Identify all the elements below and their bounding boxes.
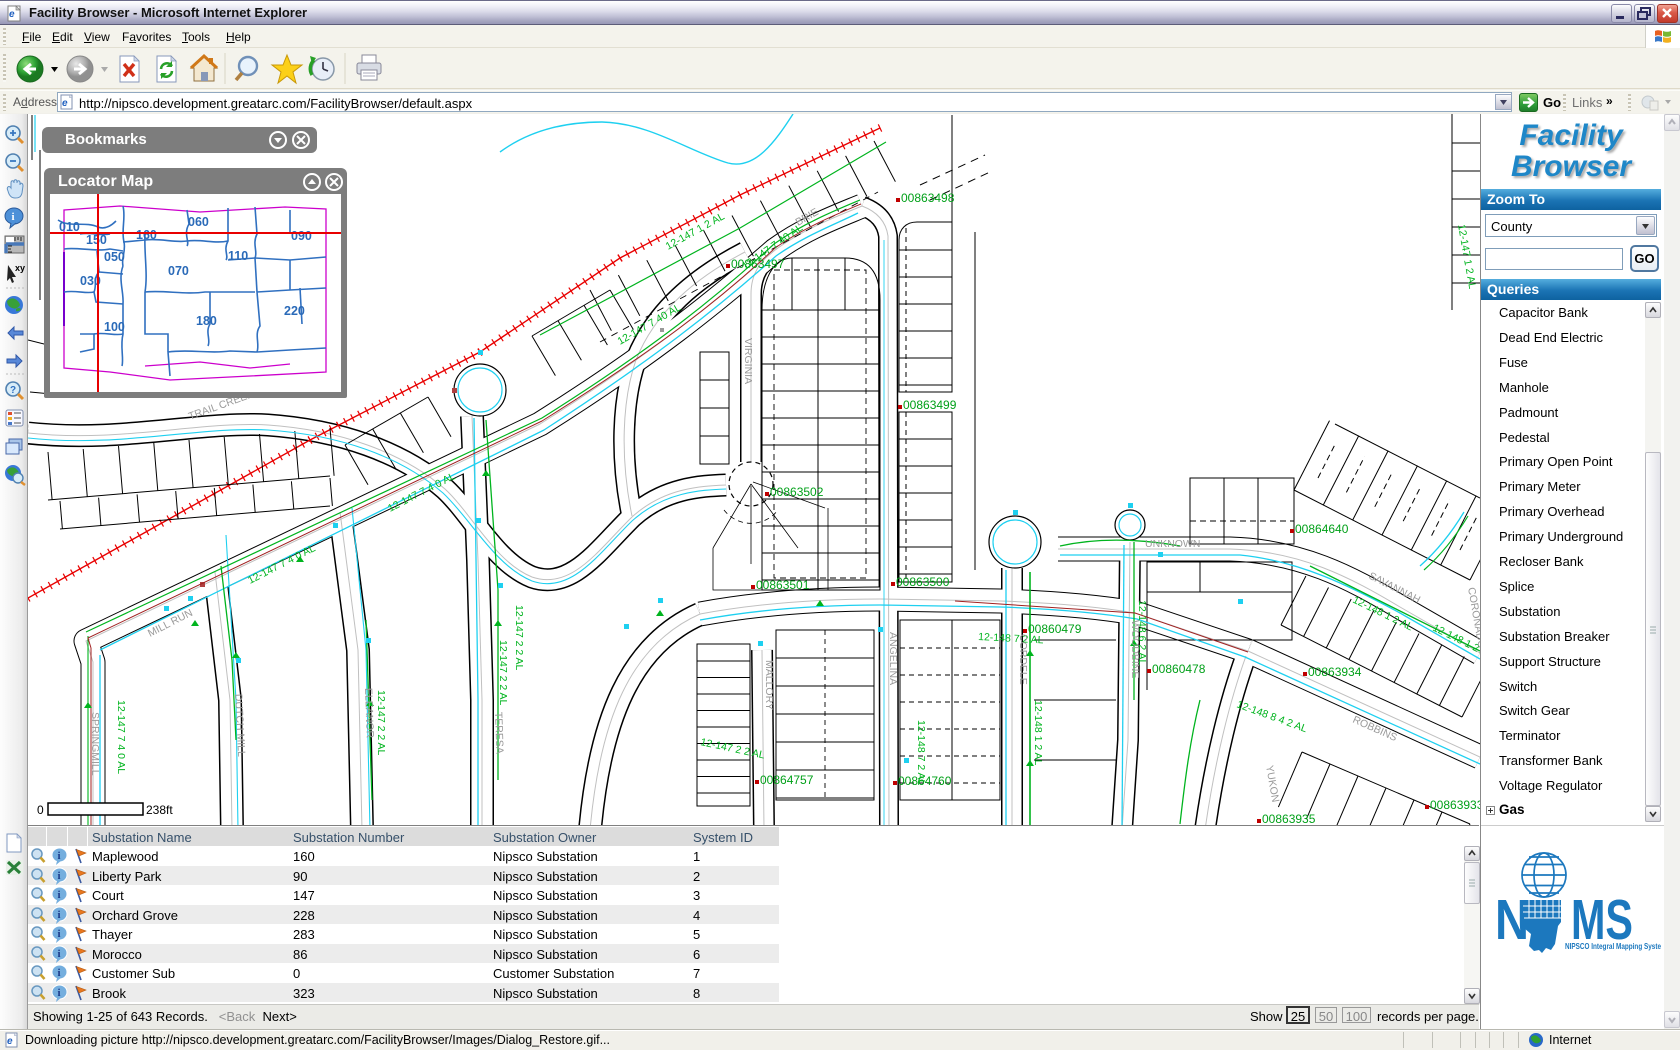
svg-text:WOODBINE: WOODBINE [1129,620,1141,678]
svg-text:150: 150 [86,233,107,247]
svg-text:12-147 2 2 AL: 12-147 2 2 AL [513,605,525,671]
svg-text:00864757: 00864757 [760,773,814,787]
svg-text:12-148 1 2 AL: 12-148 1 2 AL [1032,700,1044,766]
svg-text:TERESA: TERESA [492,712,505,754]
svg-text:UNKNOWN: UNKNOWN [1145,538,1200,550]
svg-text:00860478: 00860478 [1152,662,1206,676]
svg-text:i: i [58,987,61,999]
svg-text:ELEANOR: ELEANOR [362,688,376,739]
svg-text:i: i [12,211,15,223]
svg-text:00863935: 00863935 [1262,812,1316,825]
svg-text:12-147 2 2 AL: 12-147 2 2 AL [375,690,387,756]
svg-text:xy: xy [15,263,25,273]
svg-text:e: e [7,1036,13,1047]
svg-text:00864640: 00864640 [1295,522,1349,536]
svg-text:00863934: 00863934 [1308,665,1362,679]
svg-text:00863498: 00863498 [901,191,955,205]
svg-text:i: i [58,909,61,921]
svg-text:00863501: 00863501 [756,578,810,592]
svg-text:ANGELINA: ANGELINA [887,632,899,685]
svg-text:e: e [62,98,68,109]
svg-text:160: 160 [136,228,157,242]
svg-text:?: ? [10,385,16,396]
svg-text:12-147 2 2 AL: 12-147 2 2 AL [497,640,509,706]
svg-text:050: 050 [104,250,125,264]
svg-text:12-148 7 2 AL: 12-148 7 2 AL [915,720,927,786]
svg-text:090: 090 [291,229,312,243]
svg-text:220: 220 [284,304,305,318]
svg-text:070: 070 [168,264,189,278]
svg-text:12-147 7 4 0 AL: 12-147 7 4 0 AL [115,700,127,774]
svg-text:00863500: 00863500 [896,575,950,589]
svg-text:0: 0 [37,803,44,817]
svg-text:VIRGINIA: VIRGINIA [742,338,754,384]
svg-text:100: 100 [104,320,125,334]
svg-text:SPRINGMILL: SPRINGMILL [89,712,101,776]
svg-text:238ft: 238ft [146,803,173,817]
svg-text:i: i [58,967,61,979]
svg-text:010: 010 [59,220,80,234]
svg-text:00863502: 00863502 [770,485,824,499]
svg-text:180: 180 [196,314,217,328]
svg-text:00863933: 00863933 [1430,798,1480,812]
svg-text:i: i [58,948,61,960]
svg-text:00863499: 00863499 [903,398,957,412]
svg-text:i: i [58,889,61,901]
svg-text:i: i [58,870,61,882]
svg-text:i: i [58,928,61,940]
svg-text:110: 110 [228,249,248,263]
svg-text:i: i [58,850,61,862]
svg-text:MALLORY: MALLORY [763,660,775,710]
svg-text:060: 060 [188,215,209,229]
svg-text:CORDELE: CORDELE [1017,634,1029,685]
svg-text:NIPSCO Integral Mapping Syste: NIPSCO Integral Mapping Syste [1565,941,1661,951]
